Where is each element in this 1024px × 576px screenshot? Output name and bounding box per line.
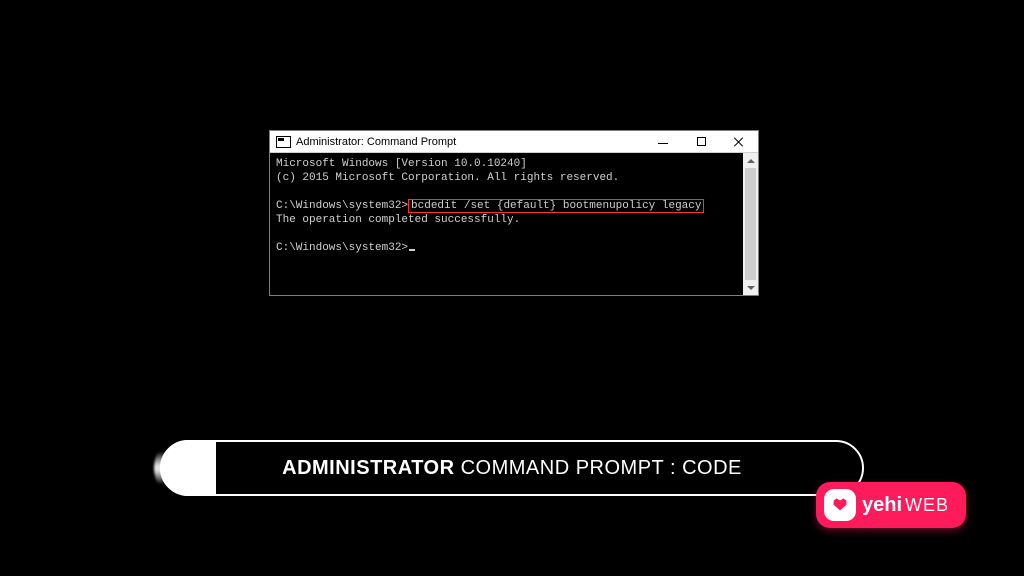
caption-rest: COMMAND PROMPT : CODE — [455, 457, 742, 479]
close-button[interactable] — [720, 131, 758, 152]
minimize-button[interactable] — [644, 131, 682, 152]
window-title: Administrator: Command Prompt — [296, 136, 644, 148]
watermark-text: yehi WEB — [862, 494, 949, 517]
heart-icon — [824, 489, 856, 521]
scroll-up-icon[interactable] — [743, 153, 758, 168]
watermark-brand1: yehi — [862, 494, 902, 517]
caption-pill: ADMINISTRATOR COMMAND PROMPT : CODE — [160, 440, 864, 496]
terminal-prompt: C:\Windows\system32> — [276, 200, 408, 212]
terminal-area[interactable]: Microsoft Windows [Version 10.0.10240] (… — [270, 153, 758, 295]
cursor-icon — [409, 249, 415, 251]
scroll-down-icon[interactable] — [743, 280, 758, 295]
watermark-brand2: WEB — [905, 495, 949, 516]
cmd-icon — [276, 136, 291, 148]
caption-bold: ADMINISTRATOR — [282, 457, 454, 479]
scrollbar[interactable] — [743, 153, 758, 295]
terminal-line: Microsoft Windows [Version 10.0.10240] — [276, 158, 527, 170]
window-titlebar[interactable]: Administrator: Command Prompt — [270, 131, 758, 153]
cmd-window: Administrator: Command Prompt Microsoft … — [269, 130, 759, 296]
caption: ADMINISTRATOR COMMAND PROMPT : CODE — [160, 440, 864, 496]
terminal-prompt: C:\Windows\system32> — [276, 242, 408, 254]
maximize-button[interactable] — [682, 131, 720, 152]
watermark-badge: yehi WEB — [816, 482, 966, 528]
terminal-line: (c) 2015 Microsoft Corporation. All righ… — [276, 172, 619, 184]
scroll-thumb[interactable] — [745, 168, 756, 280]
terminal-output: Microsoft Windows [Version 10.0.10240] (… — [270, 153, 743, 295]
caption-tab — [160, 440, 216, 496]
highlighted-command: bcdedit /set {default} bootmenupolicy le… — [408, 199, 704, 213]
terminal-line: The operation completed successfully. — [276, 214, 520, 226]
